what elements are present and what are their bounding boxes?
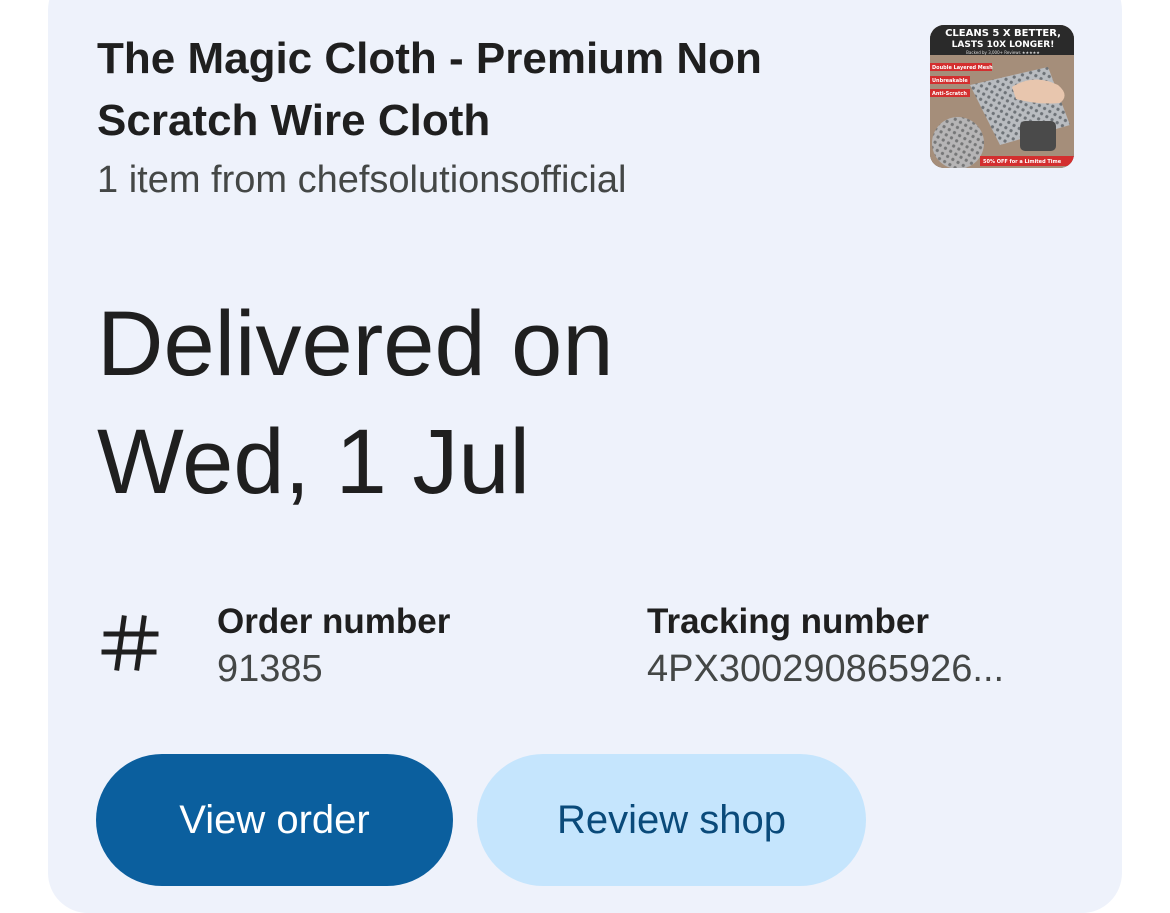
seller-subtitle: 1 item from chefsolutionsofficial — [97, 159, 627, 201]
delivery-status: Delivered on Wed, 1 Jul — [97, 285, 614, 521]
thumb-tag3: Anti-Scratch — [932, 91, 967, 97]
thumb-line1: CLEANS 5 X BETTER, — [945, 28, 1061, 39]
product-thumbnail[interactable]: CLEANS 5 X BETTER, LASTS 10X LONGER! Bac… — [930, 25, 1074, 168]
thumb-line2: LASTS 10X LONGER! — [952, 40, 1055, 50]
thumb-tag2: Unbreakable — [932, 78, 968, 84]
delivery-status-date: Wed, 1 Jul — [97, 411, 530, 513]
tracking-number-label: Tracking number — [647, 602, 930, 641]
product-title: The Magic Cloth - Premium Non Scratch Wi… — [97, 34, 762, 145]
view-order-button[interactable]: View order — [96, 754, 453, 886]
review-shop-button[interactable]: Review shop — [477, 754, 866, 886]
thumb-line3: Backed by 3,000+ Reviews ★★★★★ — [966, 50, 1040, 55]
thumb-footer: 50% OFF for a Limited Time — [983, 159, 1062, 165]
delivery-status-line1: Delivered on — [97, 293, 614, 395]
tracking-number-value[interactable]: 4PX300290865926... — [647, 645, 1004, 693]
thumb-tag1: Double Layered Mesh — [932, 65, 993, 71]
hash-icon — [101, 615, 159, 671]
order-number-value: 91385 — [217, 648, 323, 690]
order-number-label: Order number — [217, 602, 451, 641]
